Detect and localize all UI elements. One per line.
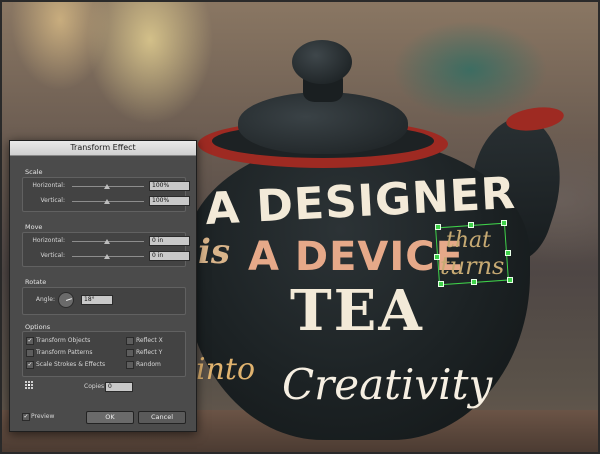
reference-point-icon[interactable]	[25, 381, 34, 390]
reflect-x-label[interactable]: Reflect X	[136, 337, 163, 344]
move-section-label: Move	[25, 223, 43, 231]
transform-patterns-label[interactable]: Transform Patterns	[36, 349, 92, 356]
scale-vertical-slider-thumb[interactable]	[104, 199, 110, 204]
scale-section-label: Scale	[25, 168, 43, 176]
selection-handle-top-left[interactable]	[435, 224, 441, 230]
selection-handle-right[interactable]	[505, 250, 511, 256]
preview-label[interactable]: Preview	[31, 413, 54, 420]
preview-checkbox[interactable]: ✓	[22, 413, 30, 421]
cancel-button[interactable]: Cancel	[138, 411, 186, 424]
rotate-angle-label: Angle:	[35, 296, 55, 303]
move-vertical-field[interactable]: 0 in	[149, 251, 190, 261]
dialog-title[interactable]: Transform Effect	[10, 141, 196, 156]
transform-objects-label[interactable]: Transform Objects	[36, 337, 90, 344]
artwork-text-creativity[interactable]: Creativity	[282, 360, 492, 409]
transform-patterns-checkbox[interactable]	[26, 349, 34, 357]
random-checkbox[interactable]	[126, 361, 134, 369]
reflect-x-checkbox[interactable]	[126, 337, 134, 345]
reflect-y-label[interactable]: Reflect Y	[136, 349, 162, 356]
artwork-text-is[interactable]: is	[198, 232, 230, 272]
scale-horizontal-label: Horizontal:	[32, 182, 65, 189]
rotate-group: Angle: 18°	[22, 287, 186, 315]
scale-vertical-field[interactable]: 100%	[149, 196, 190, 206]
rotate-section-label: Rotate	[25, 278, 47, 286]
move-vertical-label: Vertical:	[40, 252, 65, 259]
scale-strokes-checkbox[interactable]: ✓	[26, 361, 34, 369]
move-horizontal-slider-thumb[interactable]	[104, 239, 110, 244]
move-horizontal-field[interactable]: 0 in	[149, 236, 190, 246]
move-vertical-slider-thumb[interactable]	[104, 254, 110, 259]
artwork-text-device[interactable]: A DEVICE	[248, 234, 464, 280]
selection-handle-bottom-right[interactable]	[507, 277, 513, 283]
ok-button[interactable]: OK	[86, 411, 134, 424]
scale-horizontal-field[interactable]: 100%	[149, 181, 190, 191]
teapot-spout-rim	[504, 104, 566, 134]
copies-label: Copies	[84, 383, 105, 390]
scale-horizontal-slider-thumb[interactable]	[104, 184, 110, 189]
selection-handle-bottom-left[interactable]	[438, 281, 444, 287]
scale-strokes-label[interactable]: Scale Strokes & Effects	[36, 361, 105, 368]
options-section-label: Options	[25, 323, 51, 331]
selection-handle-bottom[interactable]	[471, 279, 477, 285]
random-label[interactable]: Random	[136, 361, 161, 368]
copies-field[interactable]: 0	[105, 382, 133, 392]
artwork-text-tea[interactable]: TEA	[290, 278, 424, 344]
dial-needle-icon	[66, 298, 73, 301]
reflect-y-checkbox[interactable]	[126, 349, 134, 357]
selection-bounding-box[interactable]	[435, 222, 509, 286]
scale-vertical-label: Vertical:	[40, 197, 65, 204]
teapot-knob	[292, 40, 352, 84]
move-group: Horizontal: 0 in Vertical: 0 in	[22, 232, 190, 267]
rotate-angle-field[interactable]: 18°	[81, 295, 113, 305]
move-horizontal-label: Horizontal:	[32, 237, 65, 244]
rotate-angle-dial[interactable]	[58, 292, 74, 308]
scale-group: Horizontal: 100% Vertical: 100%	[22, 177, 190, 212]
options-group: ✓ Transform Objects Reflect X Transform …	[22, 331, 186, 377]
selection-handle-top-right[interactable]	[501, 220, 507, 226]
transform-effect-dialog: Transform Effect Scale Horizontal: 100% …	[9, 140, 197, 432]
selection-handle-top[interactable]	[468, 222, 474, 228]
selection-handle-left[interactable]	[434, 254, 440, 260]
transform-objects-checkbox[interactable]: ✓	[26, 337, 34, 345]
artwork-text-into[interactable]: into	[196, 352, 255, 387]
